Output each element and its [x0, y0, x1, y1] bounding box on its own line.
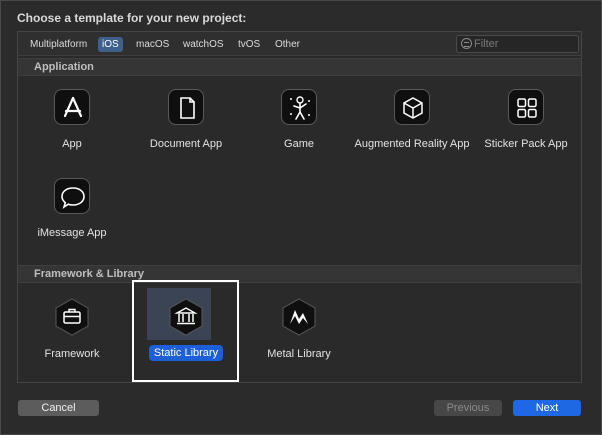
section-header-framework: Framework & Library — [18, 265, 581, 283]
section-header-application: Application — [18, 58, 581, 76]
next-button[interactable]: Next — [513, 400, 581, 416]
template-label: Document App — [149, 138, 223, 150]
new-project-dialog: Choose a template for your new project: … — [0, 0, 602, 435]
tab-macos[interactable]: macOS — [132, 37, 173, 52]
dialog-prompt: Choose a template for your new project: — [17, 11, 247, 25]
template-label: App — [62, 138, 82, 150]
metal-icon — [279, 297, 319, 337]
template-label: Sticker Pack App — [484, 138, 568, 150]
template-label: Framework — [44, 348, 100, 360]
filter-field[interactable] — [456, 35, 579, 53]
filter-icon — [461, 38, 472, 49]
template-label: Augmented Reality App — [354, 138, 470, 150]
toolbox-icon — [52, 297, 92, 337]
tab-tvos[interactable]: tvOS — [234, 37, 264, 52]
tab-watchos[interactable]: watchOS — [179, 37, 228, 52]
cancel-button[interactable]: Cancel — [18, 400, 99, 416]
game-icon — [281, 89, 317, 125]
tab-multiplatform[interactable]: Multiplatform — [26, 37, 91, 52]
document-icon — [168, 89, 204, 125]
template-label: Metal Library — [267, 348, 331, 360]
message-bubble-icon — [54, 178, 90, 214]
annotation-highlight-box — [132, 280, 239, 382]
platform-toolbar: Multiplatform iOS macOS watchOS tvOS Oth… — [18, 32, 581, 56]
tab-other[interactable]: Other — [271, 37, 304, 52]
template-label: iMessage App — [37, 227, 107, 239]
template-label: Game — [284, 138, 314, 150]
filter-input[interactable] — [474, 37, 574, 51]
ar-cube-icon — [394, 89, 430, 125]
sticker-grid-icon — [508, 89, 544, 125]
previous-button[interactable]: Previous — [434, 400, 502, 416]
app-store-icon — [54, 89, 90, 125]
tab-ios[interactable]: iOS — [98, 37, 123, 52]
